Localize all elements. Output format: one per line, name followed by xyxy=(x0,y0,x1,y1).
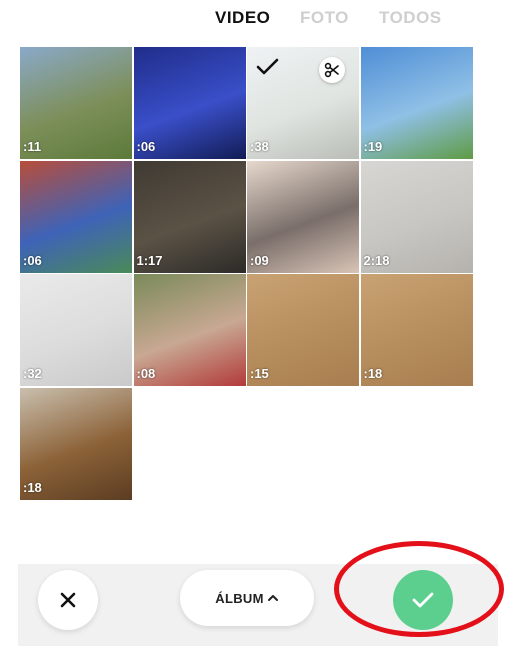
duration-label: 1:17 xyxy=(136,252,163,268)
duration-label: :08 xyxy=(136,366,156,381)
duration-label: :11 xyxy=(23,139,42,154)
scissors-icon xyxy=(324,62,339,78)
duration-label: :06 xyxy=(23,252,42,268)
media-thumbnail[interactable]: :18 xyxy=(360,274,473,386)
album-label: ÁLBUM xyxy=(215,590,264,606)
selected-check-icon xyxy=(256,58,279,75)
media-type-tabs: VIDEO FOTO TODOS xyxy=(0,8,513,30)
close-button[interactable] xyxy=(38,570,98,630)
duration-label: :38 xyxy=(250,139,269,154)
duration-label: :09 xyxy=(250,252,269,268)
duration-label: 2:18 xyxy=(363,252,390,268)
media-thumbnail[interactable]: :08 xyxy=(133,274,246,386)
media-thumbnail[interactable]: :11 xyxy=(20,47,132,159)
trim-button[interactable] xyxy=(319,57,345,83)
tab-video[interactable]: VIDEO xyxy=(215,8,270,28)
duration-label: :15 xyxy=(250,366,269,381)
confirm-button[interactable] xyxy=(393,570,453,630)
tab-foto[interactable]: FOTO xyxy=(300,8,349,28)
tab-todos[interactable]: TODOS xyxy=(379,8,442,28)
media-thumbnail[interactable]: :32 xyxy=(20,274,132,386)
media-thumbnail[interactable]: :09 xyxy=(247,160,359,273)
media-thumbnail[interactable]: :15 xyxy=(247,274,359,386)
duration-label: :19 xyxy=(363,139,383,154)
media-thumbnail-selected[interactable]: :38 xyxy=(247,47,359,159)
checkmark-icon xyxy=(412,592,434,608)
duration-label: :32 xyxy=(23,366,42,381)
media-thumbnail[interactable]: :06 xyxy=(133,47,246,159)
media-thumbnail[interactable]: :18 xyxy=(20,387,132,500)
duration-label: :18 xyxy=(363,366,383,381)
close-icon xyxy=(60,592,76,608)
duration-label: :18 xyxy=(23,479,42,495)
album-button[interactable]: ÁLBUM xyxy=(180,570,314,626)
media-thumbnail[interactable]: 1:17 xyxy=(133,160,246,273)
media-thumbnail[interactable]: :19 xyxy=(360,47,473,159)
media-thumbnail[interactable]: :06 xyxy=(20,160,132,273)
duration-label: :06 xyxy=(136,139,156,154)
chevron-up-icon xyxy=(267,595,278,601)
media-thumbnail[interactable]: 2:18 xyxy=(360,160,473,273)
